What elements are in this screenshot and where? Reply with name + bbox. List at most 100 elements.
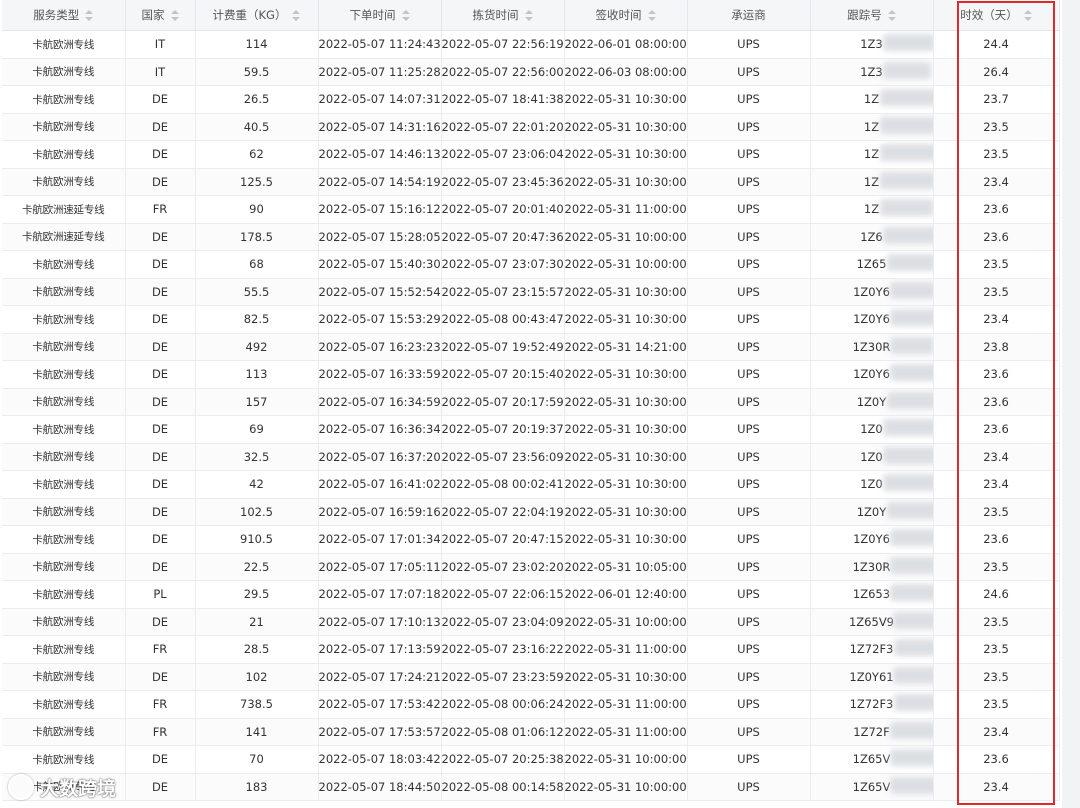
column-header-label: 跟踪号 (847, 8, 882, 22)
redaction-blur (883, 34, 932, 52)
tracking-number-cell: 1Z (810, 168, 934, 196)
carrier-cell: UPS (687, 278, 811, 306)
country-cell: FR (125, 635, 196, 664)
order-time-cell: 2022-05-07 16:59:16 (318, 498, 442, 526)
pick-time-cell: 2022-05-07 23:15:57 (441, 278, 565, 306)
column-header[interactable]: 国家 (125, 0, 196, 31)
pick-time-cell: 2022-05-08 00:43:47 (441, 305, 565, 334)
country-cell: DE (125, 305, 196, 334)
country-cell: DE (125, 663, 196, 691)
weight-cell: 40.5 (195, 113, 319, 141)
tracking-number-cell: 1Z65V (810, 773, 934, 801)
sort-icon[interactable] (401, 10, 410, 21)
sign-time-cell: 2022-05-31 10:30:00 (564, 525, 688, 554)
table-row: 卡航欧洲专线 PL 29.5 2022-05-07 17:07:18 2022-05-0… (2, 580, 1060, 609)
weight-cell: 59.5 (195, 58, 319, 86)
weight-cell: 55.5 (195, 278, 319, 306)
page-edge (1062, 0, 1080, 808)
tracking-number-cell: 1Z (810, 85, 934, 114)
tracking-number: 1Z0Y6 (853, 364, 932, 382)
sort-icon[interactable] (524, 10, 533, 21)
service-type-cell: 卡航欧洲专线 (2, 360, 126, 389)
redaction-blur (886, 501, 932, 519)
column-header[interactable]: 时效（天） (933, 0, 1060, 31)
column-header[interactable]: 计费重（KG） (195, 0, 319, 31)
country-cell: DE (125, 773, 196, 801)
column-header[interactable]: 下单时间 (318, 0, 442, 31)
redaction-blur (883, 474, 932, 492)
table-row: 卡航欧洲专线 DE 125.5 2022-05-07 14:54:19 2022-05-… (2, 168, 1060, 196)
table-row: 卡航欧洲专线 IT 114 2022-05-07 11:24:43 2022-05-07… (2, 30, 1060, 59)
order-time-cell: 2022-05-07 17:13:59 (318, 635, 442, 664)
tracking-number-cell: 1Z3 (810, 58, 934, 86)
country-cell: DE (125, 85, 196, 114)
tracking-number-cell: 1Z65V (810, 745, 934, 774)
tracking-number-text: 1Z65V (852, 779, 891, 794)
order-time-cell: 2022-05-07 11:24:43 (318, 30, 442, 59)
carrier-cell: UPS (687, 305, 811, 334)
tracking-number: 1Z (864, 199, 932, 217)
column-header[interactable]: 签收时间 (564, 0, 688, 31)
order-time-cell: 2022-05-07 18:44:50 (318, 773, 442, 801)
tracking-number-text: 1Z0Y6 (853, 367, 890, 382)
tracking-number: 1Z0Y6 (853, 309, 932, 327)
country-cell: DE (125, 250, 196, 279)
country-cell: DE (125, 360, 196, 389)
tracking-number: 1Z30R (853, 556, 932, 574)
weight-cell: 178.5 (195, 223, 319, 251)
table-row: 卡航欧洲专线 FR 28.5 2022-05-07 17:13:59 2022-05-0… (2, 635, 1060, 664)
tracking-number-cell: 1Z0Y (810, 388, 934, 416)
transit-days-cell: 23.4 (933, 470, 1060, 499)
country-cell: DE (125, 278, 196, 306)
table-row: 卡航欧洲速延专线 FR 90 2022-05-07 15:16:12 2022-05-0… (2, 195, 1060, 224)
table-row: 卡航欧洲专线 DE 21 2022-05-07 17:10:13 2022-05-07 … (2, 608, 1060, 636)
pick-time-cell: 2022-05-07 22:01:20 (441, 113, 565, 141)
pick-time-cell: 2022-05-07 22:04:19 (441, 498, 565, 526)
carrier-cell: UPS (687, 30, 811, 59)
tracking-number-text: 1Z0 (860, 477, 883, 492)
order-time-cell: 2022-05-07 16:36:34 (318, 415, 442, 444)
carrier-cell: UPS (687, 443, 811, 471)
country-cell: DE (125, 333, 196, 361)
transit-days-cell: 23.4 (933, 718, 1060, 746)
sort-icon[interactable] (647, 10, 656, 21)
shipment-table: 服务类型 国家 计费重（KG） 下单时间 拣货时间 签收时间 承运商 跟踪号 时效（天） 卡航欧… (2, 0, 1060, 801)
service-type-cell: 卡航欧洲专线 (2, 580, 126, 609)
transit-days-cell: 23.6 (933, 195, 1060, 224)
service-type-cell: 卡航欧洲专线 (2, 333, 126, 361)
country-cell: DE (125, 168, 196, 196)
tracking-number: 1Z653 (853, 584, 932, 602)
tracking-number: 1Z (864, 171, 932, 189)
transit-days-cell: 23.8 (933, 333, 1060, 361)
sign-time-cell: 2022-05-31 10:30:00 (564, 168, 688, 196)
weight-cell: 114 (195, 30, 319, 59)
tracking-number-cell: 1Z72F (810, 718, 934, 746)
column-header[interactable]: 拣货时间 (441, 0, 565, 31)
service-type-cell: 卡航欧洲专线 (2, 608, 126, 636)
column-header[interactable]: 跟踪号 (810, 0, 934, 31)
sort-icon[interactable] (85, 10, 94, 21)
carrier-cell: UPS (687, 58, 811, 86)
pick-time-cell: 2022-05-07 20:17:59 (441, 388, 565, 416)
transit-days-cell: 23.5 (933, 113, 1060, 141)
service-type-cell: 卡航欧洲专线 (2, 635, 126, 664)
carrier-cell: UPS (687, 415, 811, 444)
carrier-cell: UPS (687, 553, 811, 581)
tracking-number: 1Z65V (853, 749, 932, 767)
tracking-number: 1Z3 (860, 34, 932, 52)
sort-icon[interactable] (1023, 10, 1032, 21)
carrier-cell: UPS (687, 360, 811, 389)
sort-icon[interactable] (170, 10, 179, 21)
carrier-cell: UPS (687, 223, 811, 251)
carrier-cell: UPS (687, 498, 811, 526)
sort-icon[interactable] (887, 10, 896, 21)
transit-days-cell: 23.4 (933, 443, 1060, 471)
pick-time-cell: 2022-05-08 00:06:24 (441, 690, 565, 719)
tracking-number: 1Z65V9 (849, 611, 932, 629)
sort-icon[interactable] (292, 10, 301, 21)
sign-time-cell: 2022-05-31 11:00:00 (564, 718, 688, 746)
weight-cell: 157 (195, 388, 319, 416)
column-header[interactable]: 服务类型 (2, 0, 126, 31)
carrier-cell: UPS (687, 168, 811, 196)
pick-time-cell: 2022-05-07 20:47:36 (441, 223, 565, 251)
